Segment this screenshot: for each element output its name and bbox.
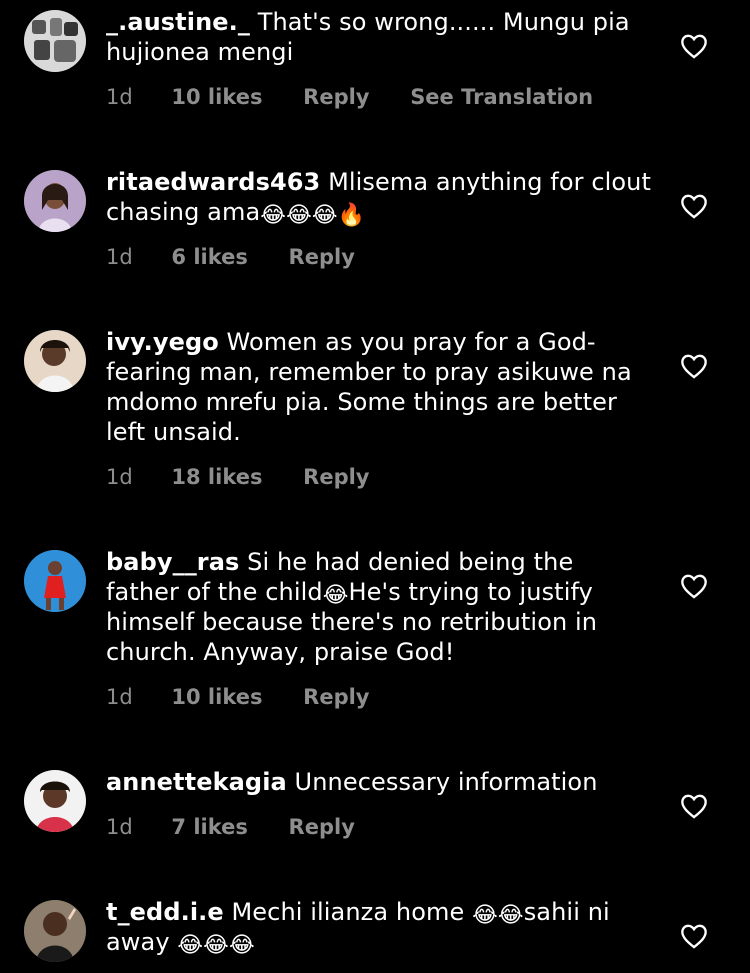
username[interactable]: annettekagia bbox=[106, 768, 287, 796]
timestamp: 1d bbox=[106, 685, 133, 709]
comment-text: baby__ras Si he had denied being the fat… bbox=[106, 547, 651, 667]
username[interactable]: baby__ras bbox=[106, 548, 239, 576]
comment-text: _.austine._ That's so wrong...... Mungu … bbox=[106, 7, 651, 67]
comment-text: ritaedwards463 Mlisema anything for clou… bbox=[106, 167, 651, 227]
avatar[interactable] bbox=[24, 170, 86, 232]
emoji: 😂😂 bbox=[472, 903, 524, 928]
comment-body: Unnecessary information bbox=[286, 768, 598, 796]
heart-outline-icon[interactable] bbox=[680, 353, 708, 379]
avatar[interactable] bbox=[24, 10, 86, 72]
likes-count[interactable]: 10 likes bbox=[171, 85, 262, 109]
likes-count[interactable]: 7 likes bbox=[171, 815, 247, 839]
heart-outline-icon[interactable] bbox=[680, 923, 708, 949]
heart-outline-icon[interactable] bbox=[680, 33, 708, 59]
username[interactable]: t_edd.i.e bbox=[106, 898, 224, 926]
reply-button[interactable]: Reply bbox=[303, 685, 369, 709]
emoji: 😂😂😂 bbox=[177, 933, 255, 958]
avatar[interactable] bbox=[24, 330, 86, 392]
comment-meta: 1d 10 likes Reply bbox=[106, 685, 404, 709]
comment-text: annettekagia Unnecessary information bbox=[106, 767, 651, 797]
heart-outline-icon[interactable] bbox=[680, 793, 708, 819]
comment-meta: 1d 6 likes Reply bbox=[106, 245, 389, 269]
avatar[interactable] bbox=[24, 770, 86, 832]
username[interactable]: ritaedwards463 bbox=[106, 168, 320, 196]
heart-outline-icon[interactable] bbox=[680, 193, 708, 219]
timestamp: 1d bbox=[106, 465, 133, 489]
heart-outline-icon[interactable] bbox=[680, 573, 708, 599]
comment-text: t_edd.i.e Mechi ilianza home 😂😂sahii ni … bbox=[106, 897, 651, 957]
likes-count[interactable]: 18 likes bbox=[171, 465, 262, 489]
reply-button[interactable]: Reply bbox=[289, 245, 355, 269]
reply-button[interactable]: Reply bbox=[303, 85, 369, 109]
comment-meta: 1d 10 likes Reply See Translation bbox=[106, 85, 593, 109]
likes-count[interactable]: 6 likes bbox=[171, 245, 247, 269]
comment-meta: 1d 18 likes Reply bbox=[106, 465, 404, 489]
emoji: 😂 bbox=[322, 583, 349, 608]
avatar[interactable] bbox=[24, 550, 86, 612]
username[interactable]: _.austine._ bbox=[106, 8, 250, 36]
timestamp: 1d bbox=[106, 815, 133, 839]
timestamp: 1d bbox=[106, 245, 133, 269]
comment-text: ivy.yego Women as you pray for a God-fea… bbox=[106, 327, 651, 447]
comment-body: Mechi ilianza home bbox=[223, 898, 473, 926]
reply-button[interactable]: Reply bbox=[303, 465, 369, 489]
reply-button[interactable]: Reply bbox=[289, 815, 355, 839]
comment-meta: 1d 7 likes Reply bbox=[106, 815, 389, 839]
likes-count[interactable]: 10 likes bbox=[171, 685, 262, 709]
avatar[interactable] bbox=[24, 900, 86, 962]
timestamp: 1d bbox=[106, 85, 133, 109]
username[interactable]: ivy.yego bbox=[106, 328, 219, 356]
emoji: 😂😂😂🔥 bbox=[260, 203, 366, 228]
see-translation-button[interactable]: See Translation bbox=[410, 85, 593, 109]
